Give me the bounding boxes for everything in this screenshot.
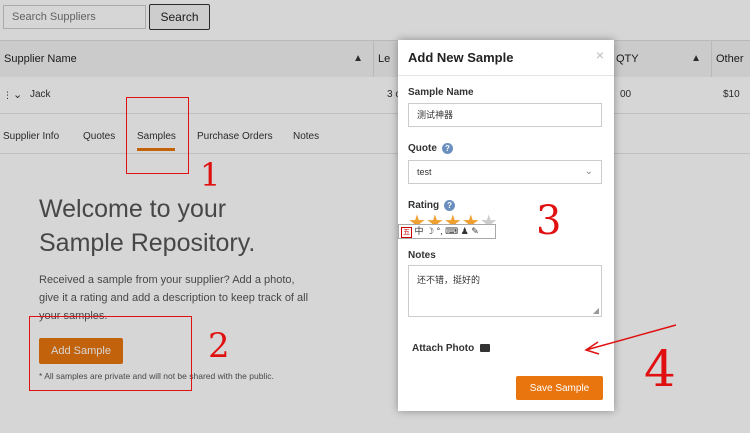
annotation-arrow — [584, 324, 677, 355]
